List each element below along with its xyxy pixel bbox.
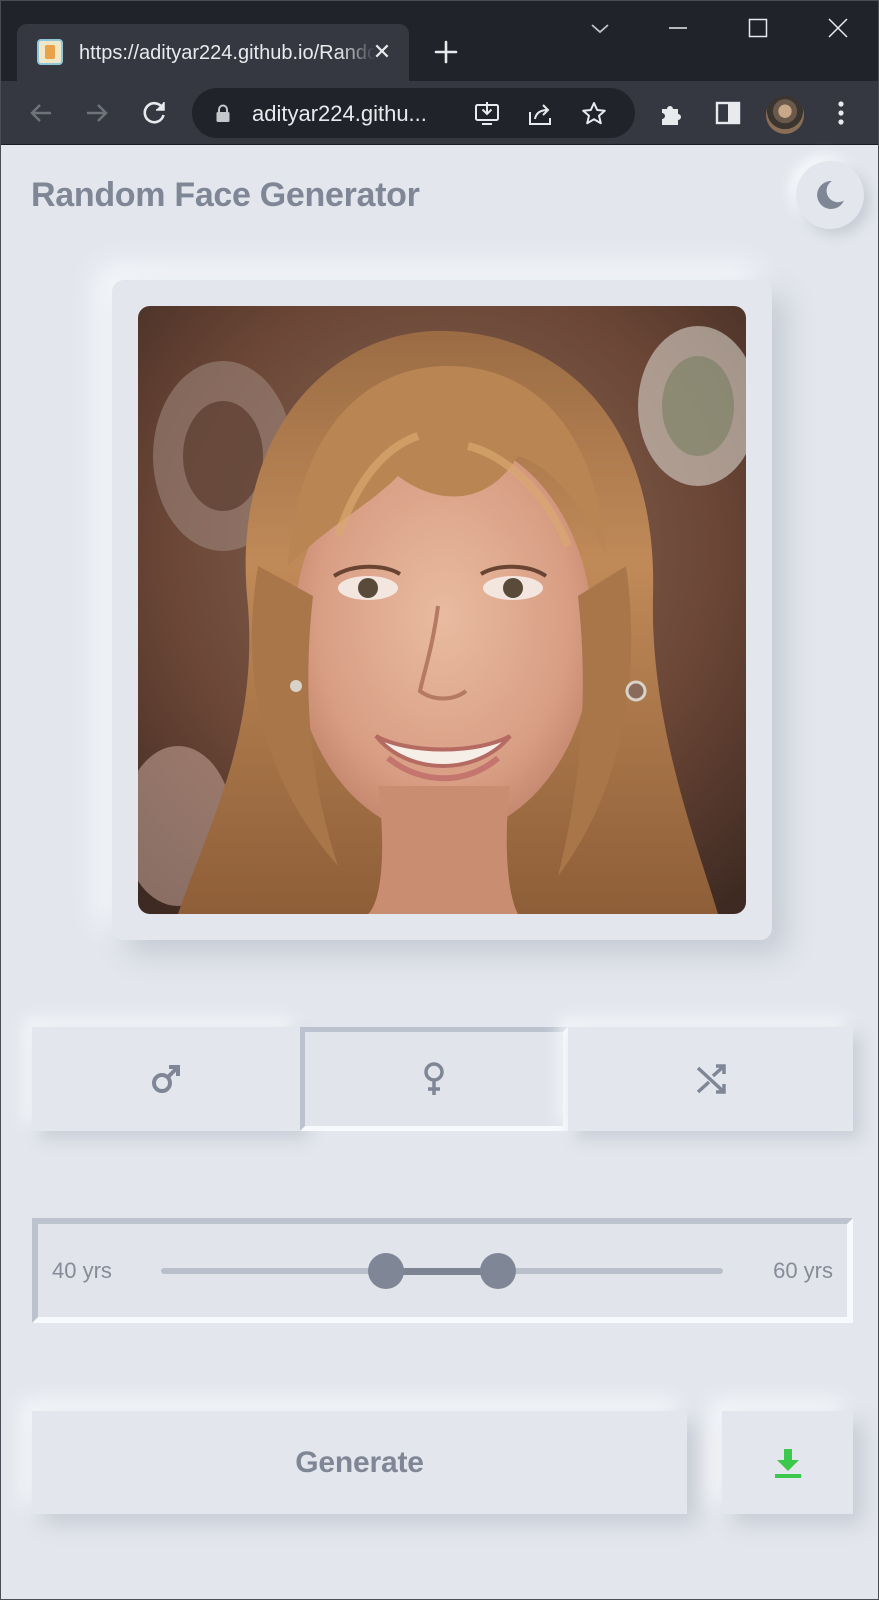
browser-tab[interactable]: https://adityar224.github.io/Random-Face… [17,24,409,81]
theme-toggle-button[interactable] [796,161,864,229]
address-bar[interactable]: adityar224.githu... [192,88,635,138]
lock-icon [215,104,231,122]
age-min-thumb[interactable] [367,1253,404,1289]
tab-title: https://adityar224.github.io/Random-Face… [79,42,375,64]
favicon-icon [37,39,63,65]
gender-selector [32,1027,853,1131]
tab-bar: https://adityar224.github.io/Random-Face… [1,1,878,81]
age-min-label: 40 yrs [52,1258,112,1283]
download-icon [774,1448,801,1478]
female-symbol-icon [424,1062,444,1095]
age-range-control: 40 yrs 60 yrs [32,1218,853,1323]
age-max-label: 60 yrs [773,1258,833,1283]
bookmark-star-icon[interactable] [580,100,608,128]
install-app-icon[interactable] [473,100,501,128]
female-option-button[interactable] [300,1027,568,1131]
generate-button[interactable]: Generate [32,1411,687,1514]
browser-toolbar: adityar224.githu... [1,81,878,145]
age-max-thumb[interactable] [480,1253,517,1289]
tab-search-chevron-icon[interactable] [585,13,615,43]
new-tab-icon[interactable] [431,37,461,67]
face-photo-card [112,280,772,940]
url-text: adityar224.githu... [252,101,427,126]
close-window-icon[interactable] [823,13,853,43]
tab-close-icon[interactable]: ✕ [370,40,394,64]
back-icon[interactable] [25,97,57,129]
maximize-icon[interactable] [743,13,773,43]
share-icon[interactable] [526,100,554,128]
generated-face-image [138,306,746,914]
moon-icon [817,180,844,209]
profile-avatar[interactable] [766,96,804,134]
extensions-icon[interactable] [656,97,688,129]
side-panel-icon[interactable] [712,97,744,129]
page-content: Random Face Generator 40 yrs 60 yrs Gene… [2,146,878,1599]
shuffle-icon [696,1064,726,1094]
download-button[interactable] [722,1411,853,1514]
minimize-icon[interactable] [663,13,693,43]
random-gender-button[interactable] [568,1027,853,1131]
forward-icon[interactable] [81,97,113,129]
male-option-button[interactable] [32,1027,300,1131]
menu-kebab-icon[interactable] [825,97,857,129]
browser-window: https://adityar224.github.io/Random-Face… [0,0,879,1600]
male-symbol-icon [152,1065,180,1093]
reload-icon[interactable] [138,97,170,129]
page-title: Random Face Generator [31,176,420,214]
